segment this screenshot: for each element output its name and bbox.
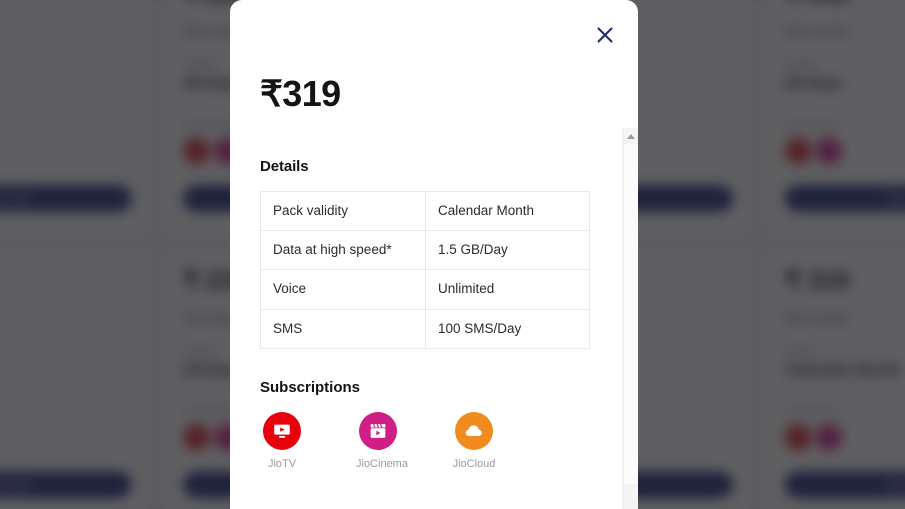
subscription-item[interactable]: JioCloud	[452, 411, 496, 470]
screen: ₹ 666Plan detailsValidity28 DaysSubscrip…	[0, 0, 905, 509]
detail-key: Pack validity	[260, 190, 426, 232]
jiocloud-icon	[455, 411, 493, 450]
details-table: Pack validity Calendar Month Data at high …	[260, 190, 590, 349]
table-row: Pack validity Calendar Month	[260, 190, 590, 232]
table-row: SMS 100 SMS/Day	[260, 308, 590, 349]
subscription-item[interactable]: JioCinema	[356, 411, 408, 470]
modal-scrollbar[interactable]	[622, 128, 638, 509]
detail-value: 100 SMS/Day	[425, 308, 590, 349]
detail-key: Data at high speed*	[260, 230, 426, 271]
close-icon[interactable]	[590, 20, 620, 50]
jiocinema-icon	[359, 411, 397, 450]
detail-key: Voice	[260, 269, 426, 310]
subscription-label: JioTV	[267, 457, 297, 470]
plan-price: ₹319	[260, 73, 341, 114]
scrollbar-thumb[interactable]	[624, 144, 638, 484]
plan-details-modal: ₹319 Details Pack validity Calendar Month…	[230, 0, 638, 509]
subscription-label: JioCinema	[356, 457, 408, 470]
subscriptions-list: JioTV JioCinema JioCloud	[260, 411, 590, 470]
table-row: Voice Unlimited	[260, 269, 590, 310]
subscriptions-heading: Subscriptions	[260, 378, 361, 396]
detail-key: SMS	[260, 308, 426, 349]
details-heading: Details	[260, 158, 309, 175]
detail-value: Unlimited	[425, 269, 590, 310]
detail-value: Calendar Month	[425, 190, 590, 232]
modal-scroll-body: Details Pack validity Calendar Month Data …	[230, 128, 638, 509]
subscription-label: JioCloud	[452, 457, 496, 470]
jiotv-icon	[263, 411, 301, 450]
detail-value: 1.5 GB/Day	[425, 230, 590, 271]
subscription-item[interactable]: JioTV	[260, 411, 304, 470]
scroll-up-arrow-icon[interactable]	[623, 128, 638, 144]
table-row: Data at high speed* 1.5 GB/Day	[260, 230, 590, 271]
